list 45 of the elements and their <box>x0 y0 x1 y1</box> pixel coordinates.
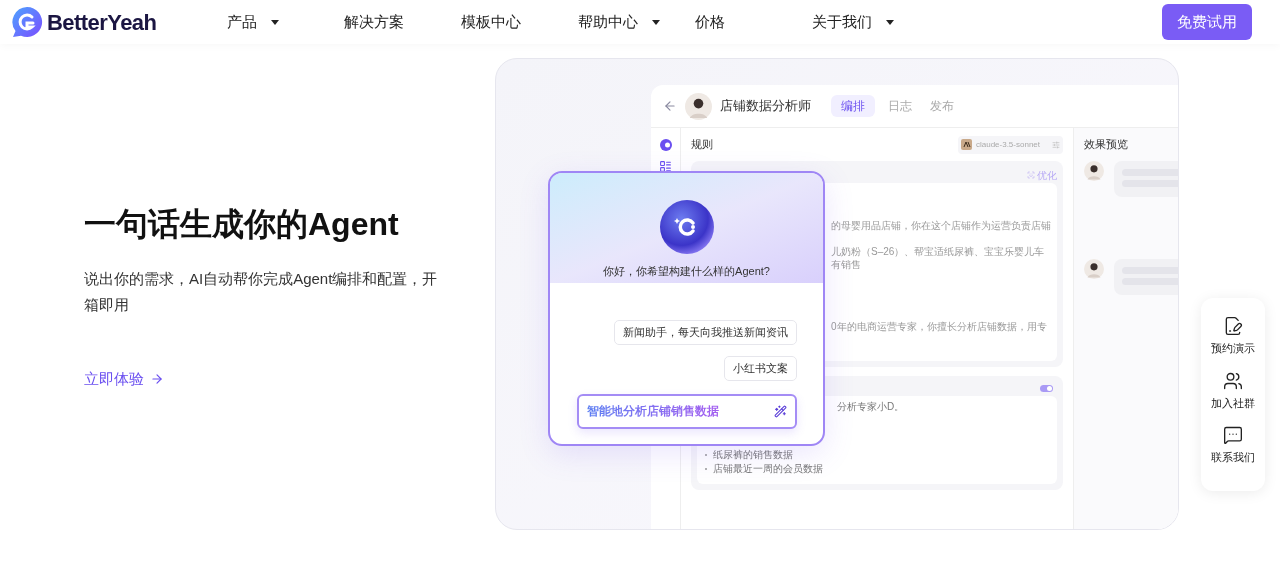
prompt-text: 儿奶粉（S–26）、帮宝适纸尿裤、宝宝乐婴儿车 <box>831 245 1046 258</box>
hero-subtitle: 说出你的需求，AI自动帮你完成Agent编排和配置，开箱即用 <box>84 269 439 315</box>
avatar-icon <box>1084 259 1104 279</box>
agent-name: 店铺数据分析师 <box>720 97 811 116</box>
back-icon[interactable] <box>663 99 677 113</box>
hero-title: 一句话生成你的Agent <box>84 205 400 244</box>
magic-wand-icon[interactable] <box>773 404 787 418</box>
nav-link[interactable]: 关于我们 <box>812 10 929 34</box>
side-panel-item[interactable]: 联系我们 <box>1211 425 1255 466</box>
tab[interactable]: 编排 <box>831 95 875 117</box>
optimize-icon <box>1027 171 1035 179</box>
nav-link[interactable]: 产品 <box>227 10 344 34</box>
orb-icon <box>658 199 715 255</box>
section-heading: 规则 <box>691 137 713 153</box>
nav-link[interactable]: 帮助中心 <box>578 10 695 34</box>
prompt-text: 0年的电商运营专家，你擅长分析店铺数据，用专 <box>831 320 1048 333</box>
list-icon[interactable] <box>659 160 672 173</box>
suggestion-chip[interactable]: 小红书文案 <box>724 355 797 381</box>
toggle-switch[interactable] <box>1040 384 1053 392</box>
builder-greeting: 你好，你希望构建什么样的Agent? <box>603 264 770 279</box>
avatar-icon <box>685 92 712 120</box>
skills-text: 分析专家小D。 <box>837 400 905 414</box>
users-icon <box>1223 370 1243 391</box>
prompt-text: 的母婴用品店铺，你在这个店铺作为运营负责店铺 <box>831 219 1052 232</box>
brand-name[interactable]: BetterYeah <box>47 5 157 39</box>
form-pen-icon <box>1223 316 1243 336</box>
prompt-input[interactable]: 智能地分析店铺销售数据 <box>576 393 797 429</box>
logo-icon[interactable] <box>658 138 673 152</box>
nav-link[interactable]: 解决方案 <box>344 10 461 34</box>
model-logo-icon <box>960 139 972 150</box>
settings-icon <box>1052 140 1060 149</box>
suggestion-chip[interactable]: 新闻助手，每天向我推送新闻资讯 <box>614 319 797 345</box>
side-panel-item[interactable]: 预约演示 <box>1211 316 1255 357</box>
free-trial-button[interactable]: 免费试用 <box>1162 4 1252 40</box>
logo-icon <box>11 6 43 38</box>
side-panel-item[interactable]: 加入社群 <box>1211 370 1255 411</box>
nav-link[interactable]: 模板中心 <box>461 10 578 34</box>
chat-icon <box>1223 425 1243 445</box>
try-now-link[interactable]: 立即体验 <box>84 368 164 391</box>
prompt-text: 有销售 <box>831 258 862 271</box>
nav-link[interactable]: 价格 <box>695 10 812 34</box>
bullet-item: 店铺最近一周的会员数据 <box>705 462 823 476</box>
avatar-icon <box>1084 161 1104 181</box>
section-heading: 效果预览 <box>1084 137 1128 153</box>
bullet-item: 纸尿裤的销售数据 <box>705 448 823 462</box>
